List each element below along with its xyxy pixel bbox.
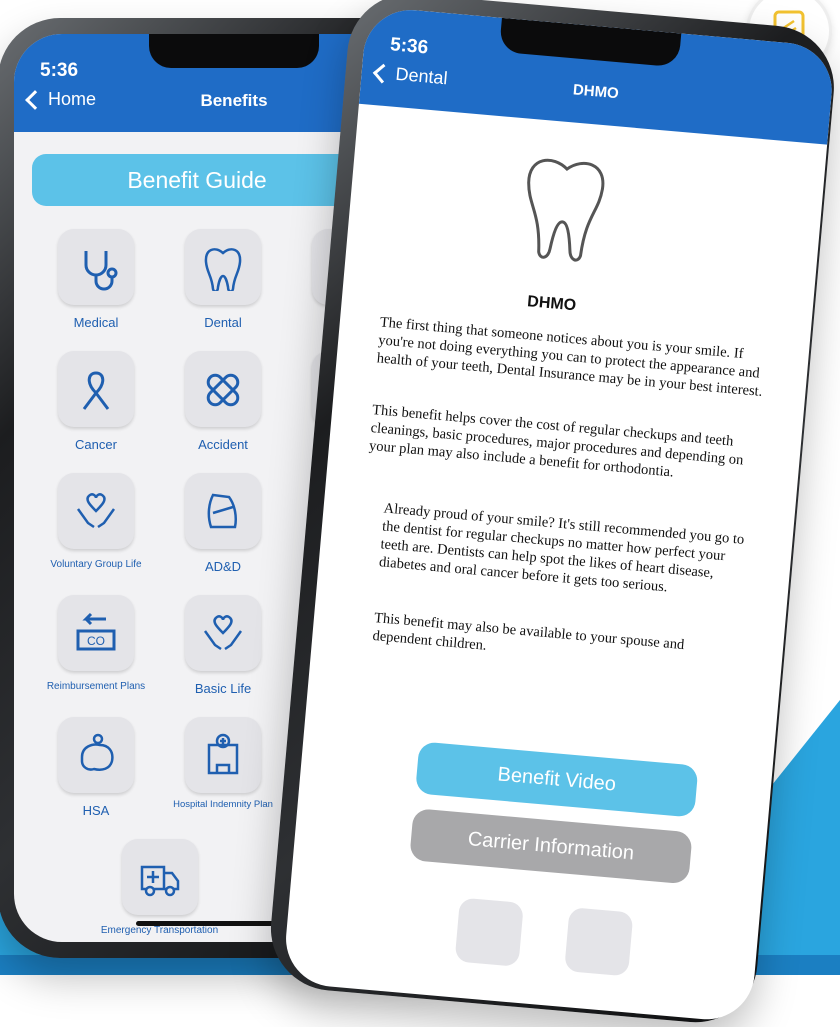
ambulance-icon (140, 865, 179, 897)
tile-icon-box (185, 473, 261, 549)
stethoscope-icon (84, 251, 118, 291)
benefit-tile-basic-life[interactable]: Basic Life (163, 595, 283, 696)
benefit-tile-voluntary-group-life[interactable]: Voluntary Group Life (36, 473, 156, 570)
tile-icon-box (185, 229, 261, 305)
tile-icon-box (185, 351, 261, 427)
benefit-tile-medical[interactable]: Medical (36, 229, 156, 330)
tile-icon-box (58, 351, 134, 427)
piggy-bank-icon (80, 733, 114, 771)
tile-icon-box (58, 473, 134, 549)
ribbon-icon (82, 371, 110, 410)
tile-label: Dental (204, 315, 242, 330)
benefit-tile-hospital-indemnity-plan[interactable]: Hospital Indemnity Plan (163, 717, 283, 810)
right-phone: 5:36 Dental DHMO DHMO The first thing th… (265, 0, 840, 1027)
hospital-icon (207, 733, 239, 775)
tile-label: Basic Life (194, 681, 252, 696)
right-phone-screen: 5:36 Dental DHMO DHMO The first thing th… (282, 6, 836, 1024)
tile-label: Medical (73, 315, 119, 330)
tile-label: Reimbursement Plans (46, 681, 146, 692)
document-tile[interactable] (454, 897, 524, 967)
phone-notch (149, 34, 319, 68)
tile-icon-box (58, 229, 134, 305)
tooth-icon (204, 248, 242, 291)
status-time: 5:36 (40, 60, 79, 81)
benefit-tile-accident[interactable]: Accident (163, 351, 283, 452)
carrier-information-button[interactable]: Carrier Information (409, 808, 693, 885)
benefit-tile-cancer[interactable]: Cancer (36, 351, 156, 452)
bandage-icon (206, 373, 240, 407)
paragraph-3: Already proud of your smile? It's still … (378, 500, 745, 596)
tile-icon-box (185, 717, 261, 793)
svg-text:CO: CO (87, 634, 105, 648)
benefit-tile-hsa[interactable]: HSA (36, 717, 156, 818)
tile-icon-box (185, 595, 261, 671)
benefit-tile-reimbursement-plans[interactable]: CO Reimbursement Plans (36, 595, 156, 692)
benefit-video-button[interactable]: Benefit Video (415, 741, 699, 818)
tile-label: Cancer (75, 437, 117, 452)
paragraph-2: This benefit helps cover the cost of reg… (368, 402, 745, 481)
status-time: 5:36 (389, 34, 429, 59)
paragraph-1: The first thing that someone notices abo… (376, 314, 763, 400)
tile-label: Voluntary Group Life (50, 559, 142, 570)
tile-label: HSA (82, 803, 110, 818)
benefit-tile-dental[interactable]: Dental (163, 229, 283, 330)
tile-icon-box (58, 717, 134, 793)
tile-icon-box (121, 839, 198, 915)
tile-label: Hospital Indemnity Plan (173, 799, 273, 810)
tooth-icon (527, 158, 605, 262)
tile-label: Accident (198, 437, 248, 452)
tile-icon-box: CO (58, 595, 134, 671)
page-title: DHMO (572, 81, 620, 103)
arm-sling-icon (207, 493, 237, 529)
tile-label: AD&D (204, 559, 242, 574)
tile-label: Emergency Transportation (100, 925, 219, 936)
money-return-icon: CO (76, 612, 116, 651)
heart-hands-icon (76, 493, 116, 529)
benefit-tile-ad-d[interactable]: AD&D (163, 473, 283, 574)
benefit-guide-button[interactable]: Benefit Guide (32, 154, 362, 206)
content-heading: DHMO (526, 293, 577, 315)
paragraph-4: This benefit may also be available to yo… (371, 610, 685, 654)
heart-hands-icon (203, 615, 243, 651)
document-tile[interactable] (564, 907, 634, 977)
